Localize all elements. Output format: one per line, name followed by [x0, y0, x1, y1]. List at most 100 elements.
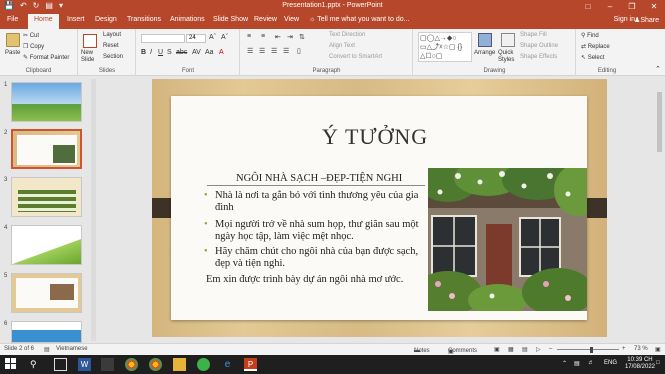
layout-button[interactable]: Layout — [103, 32, 121, 38]
select-button[interactable]: ↖ Select — [581, 54, 604, 61]
chrome-icon[interactable] — [149, 358, 162, 371]
reset-button[interactable]: Reset — [103, 43, 119, 49]
shadow-icon[interactable]: S — [167, 49, 172, 56]
volume-icon[interactable]: ♬ — [588, 360, 594, 366]
slide-subtitle[interactable]: NGÔI NHÀ SẠCH –ĐẸP-TIỆN NGHI — [236, 173, 402, 184]
shape-outline-button[interactable]: Shape Outline — [520, 43, 558, 49]
zoom-slider[interactable] — [557, 349, 619, 350]
spelling-icon[interactable]: ▤ — [44, 346, 50, 353]
language-indicator[interactable]: Vietnamese — [56, 346, 88, 352]
scrollbar-thumb[interactable] — [657, 92, 662, 152]
paste-button[interactable]: Paste — [5, 50, 20, 56]
closing-text[interactable]: Em xin được trình bày dự án ngôi nhà mơ … — [206, 274, 403, 285]
tab-file[interactable]: File — [7, 16, 18, 23]
edge-icon[interactable]: e — [221, 358, 234, 371]
quick-styles-icon[interactable] — [501, 33, 515, 47]
zoom-out-icon[interactable]: – — [549, 346, 552, 352]
copy-button[interactable]: ❐ Copy — [23, 43, 44, 50]
task-view-icon[interactable] — [54, 358, 67, 371]
bullets-icon[interactable]: ≡ — [247, 33, 251, 40]
align-center-icon[interactable]: ☰ — [259, 47, 265, 55]
format-painter-button[interactable]: ✎ Format Painter — [23, 54, 69, 61]
restore-button[interactable]: ❐ — [621, 0, 643, 13]
decrease-indent-icon[interactable]: ⇤ — [275, 33, 281, 41]
notification-icon[interactable]: □ — [656, 360, 660, 366]
section-button[interactable]: Section — [103, 54, 123, 60]
tab-design[interactable]: Design — [95, 16, 117, 23]
bullet-item[interactable]: • Nhà là nơi ta gắn bó với tình thương y… — [204, 190, 426, 214]
columns-icon[interactable]: ▯ — [297, 47, 301, 55]
slide-thumbnail-5[interactable] — [11, 273, 82, 313]
slide-scrollbar[interactable] — [655, 78, 664, 342]
slide-title[interactable]: Ý TƯỞNG — [322, 124, 428, 150]
tab-home[interactable]: Home — [28, 14, 59, 29]
tab-transitions[interactable]: Transitions — [127, 16, 161, 23]
tab-slide-show[interactable]: Slide Show — [213, 16, 248, 23]
text-direction-button[interactable]: Text Direction — [329, 32, 365, 38]
share-button[interactable]: ♟Share — [634, 16, 659, 24]
change-case-icon[interactable]: Aa — [205, 49, 214, 56]
grow-font-icon[interactable]: Aˆ — [209, 34, 216, 41]
convert-smartart-button[interactable]: Convert to SmartArt — [329, 54, 382, 60]
cut-button[interactable]: ✂ Cut — [23, 32, 39, 39]
replace-button[interactable]: ⇄ Replace — [581, 43, 610, 50]
arrange-button[interactable]: Arrange — [474, 50, 495, 56]
align-text-button[interactable]: Align Text — [329, 43, 355, 49]
ribbon-display-options-icon[interactable]: □ — [577, 0, 599, 13]
collapse-ribbon-icon[interactable]: ⌃ — [655, 65, 661, 73]
bullet-item[interactable]: • Mọi người trở về nhà sum họp, thư giãn… — [204, 219, 426, 243]
slide-sorter-icon[interactable]: ▦ — [508, 346, 514, 353]
slide-thumbnail-4[interactable] — [11, 225, 82, 265]
shape-fill-button[interactable]: Shape Fill — [520, 32, 547, 38]
file-explorer-icon[interactable] — [173, 358, 186, 371]
tray-overflow-icon[interactable]: ⌃ — [562, 360, 567, 367]
reading-view-icon[interactable]: ▤ — [522, 346, 528, 353]
tab-view[interactable]: View — [284, 16, 299, 23]
zoom-in-icon[interactable]: + — [622, 346, 626, 352]
search-icon[interactable]: ⚲ — [30, 358, 43, 371]
chrome-icon[interactable] — [125, 358, 138, 371]
normal-view-icon[interactable]: ▣ — [494, 346, 500, 353]
justify-icon[interactable]: ☰ — [283, 47, 289, 55]
zoom-level[interactable]: 73 % — [634, 346, 648, 352]
line-spacing-icon[interactable]: ⇅ — [299, 33, 305, 41]
slide-thumbnail-2[interactable] — [11, 129, 82, 169]
new-slide-button[interactable]: New Slide — [81, 50, 105, 64]
house-photo[interactable] — [428, 168, 587, 311]
align-left-icon[interactable]: ☰ — [247, 47, 253, 55]
strikethrough-icon[interactable]: abc — [176, 49, 187, 56]
slide-thumbnail-6[interactable] — [11, 321, 82, 343]
slide-thumbnail-3[interactable] — [11, 177, 82, 217]
close-button[interactable]: ✕ — [643, 0, 665, 13]
shrink-font-icon[interactable]: Aˇ — [221, 34, 228, 41]
clock[interactable]: 10:39 CH 17/08/2022 — [625, 357, 655, 371]
align-right-icon[interactable]: ☰ — [271, 47, 277, 55]
increase-indent-icon[interactable]: ⇥ — [287, 33, 293, 41]
shape-effects-button[interactable]: Shape Effects — [520, 54, 557, 60]
shapes-gallery[interactable]: ▢◯△→◆○ ▭△⤴☓☆▢ {}△☐○▢ — [418, 32, 472, 62]
italic-icon[interactable]: I — [150, 49, 152, 56]
tab-review[interactable]: Review — [254, 16, 277, 23]
font-name-box[interactable] — [141, 34, 185, 43]
tab-insert[interactable]: Insert — [67, 16, 85, 23]
slideshow-icon[interactable]: ▷ — [536, 346, 541, 353]
zoom-slider-thumb[interactable] — [590, 347, 593, 353]
character-spacing-icon[interactable]: AV — [192, 49, 201, 56]
tab-animations[interactable]: Animations — [170, 16, 205, 23]
quick-styles-button[interactable]: Quick Styles — [498, 50, 518, 64]
powerpoint-icon[interactable]: P — [244, 358, 257, 371]
app-icon[interactable] — [197, 358, 210, 371]
new-slide-icon[interactable] — [83, 34, 97, 48]
arrange-icon[interactable] — [478, 33, 492, 47]
find-button[interactable]: ⚲ Find — [581, 32, 599, 39]
slide-thumbnail-1[interactable] — [11, 82, 82, 122]
bullet-item[interactable]: • Hãy chăm chút cho ngôi nhà của bạn đượ… — [204, 246, 426, 270]
bold-icon[interactable]: B — [141, 49, 146, 56]
tell-me-box[interactable]: ☼ Tell me what you want to do... — [309, 16, 409, 23]
font-color-icon[interactable]: A — [219, 49, 224, 56]
fit-slide-icon[interactable]: ▣ — [655, 346, 661, 353]
minimize-button[interactable]: – — [599, 0, 621, 13]
numbering-icon[interactable]: ≡ — [261, 33, 265, 40]
font-size-box[interactable]: 24 — [186, 34, 206, 43]
network-icon[interactable]: ▤ — [574, 360, 580, 367]
